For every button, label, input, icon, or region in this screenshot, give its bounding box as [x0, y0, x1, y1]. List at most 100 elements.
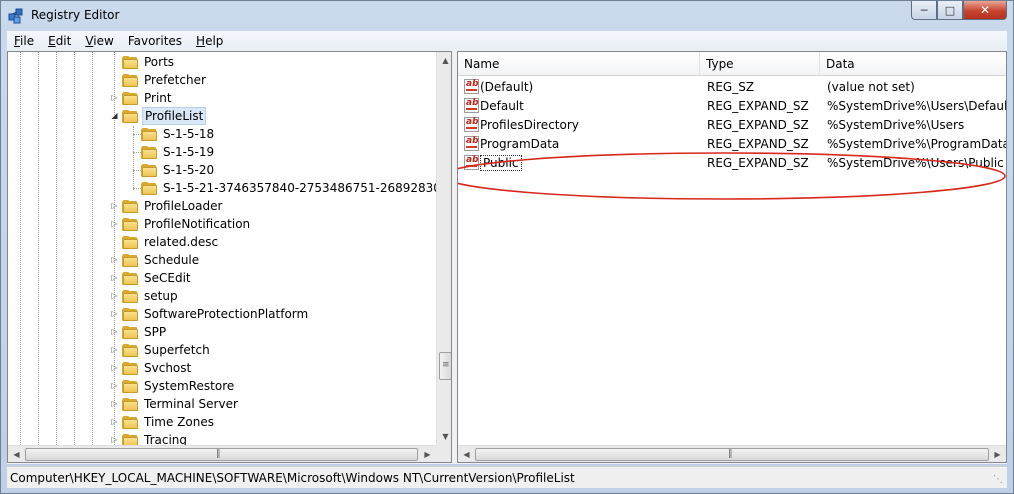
collapsed-triangle-icon[interactable]: ▷: [110, 399, 119, 408]
tree-item[interactable]: Print: [122, 89, 174, 107]
menu-help[interactable]: Help: [189, 34, 230, 48]
tree-item[interactable]: SoftwareProtectionPlatform: [122, 305, 310, 323]
tree-guide-line: [92, 52, 93, 445]
tree-item[interactable]: ProfileLoader: [122, 197, 224, 215]
tree-item[interactable]: Svchost: [122, 359, 193, 377]
collapsed-triangle-icon[interactable]: ▷: [110, 255, 119, 264]
tree-item-label: SoftwareProtectionPlatform: [144, 307, 309, 321]
tree-item[interactable]: SeCEdit: [122, 269, 193, 287]
tree-item[interactable]: S-1-5-18: [141, 125, 216, 143]
folder-icon: [122, 55, 138, 69]
scroll-right-arrow-icon[interactable]: ▶: [419, 446, 436, 462]
scroll-right-arrow-icon[interactable]: ▶: [989, 446, 1006, 462]
value-data: %SystemDrive%\ProgramData: [827, 137, 1007, 151]
collapsed-triangle-icon[interactable]: ▷: [110, 435, 119, 444]
tree-item[interactable]: Time Zones: [122, 413, 216, 431]
tree-item-label: SeCEdit: [144, 271, 191, 285]
tree-item-label: ProfileLoader: [144, 199, 223, 213]
tree-item[interactable]: S-1-5-21-3746357840-2753486751-268928306…: [141, 179, 451, 197]
collapsed-triangle-icon[interactable]: ▷: [110, 381, 119, 390]
values-hscroll-thumb[interactable]: ‖: [475, 448, 989, 461]
tree-guide-line: [133, 134, 141, 135]
expanded-triangle-icon[interactable]: ◢: [110, 111, 119, 120]
tree-vertical-scrollbar[interactable]: ▲ ≡ ▼: [436, 52, 451, 445]
tree-item[interactable]: related.desc: [122, 233, 220, 251]
folder-icon: [122, 217, 138, 231]
tree-item-label: Prefetcher: [144, 73, 206, 87]
tree-item-label: setup: [144, 289, 178, 303]
tree-item[interactable]: Terminal Server: [122, 395, 240, 413]
tree-hscroll-thumb[interactable]: ‖: [25, 448, 418, 461]
collapsed-triangle-icon[interactable]: ▷: [110, 309, 119, 318]
value-row[interactable]: ab Public REG_EXPAND_SZ %SystemDrive%\Users…: [458, 154, 1006, 173]
tree-horizontal-scrollbar[interactable]: ◀ ‖ ▶: [8, 445, 436, 462]
tree-item-label: SPP: [144, 325, 167, 339]
tree-item[interactable]: Schedule: [122, 251, 201, 269]
value-type: REG_EXPAND_SZ: [707, 118, 809, 132]
tree-scroll-thumb[interactable]: ≡: [439, 352, 451, 380]
tree-item-label: Time Zones: [144, 415, 214, 429]
collapsed-triangle-icon[interactable]: ▷: [110, 219, 119, 228]
collapsed-triangle-icon[interactable]: ▷: [110, 201, 119, 210]
tree-item[interactable]: SystemRestore: [122, 377, 236, 395]
tree-guide-line: [20, 52, 21, 445]
value-row[interactable]: ab ProfilesDirectory REG_EXPAND_SZ %SystemD…: [458, 116, 1006, 135]
string-value-icon: ab: [464, 79, 479, 94]
scroll-down-arrow-icon[interactable]: ▼: [437, 428, 451, 445]
value-name: ProfilesDirectory: [480, 118, 579, 132]
column-header-data[interactable]: Data: [820, 52, 1006, 76]
collapsed-triangle-icon[interactable]: ▷: [110, 345, 119, 354]
collapsed-triangle-icon[interactable]: ▷: [110, 417, 119, 426]
column-header-name[interactable]: Name: [458, 52, 700, 76]
minimize-button[interactable]: ─: [911, 1, 937, 20]
collapsed-triangle-icon[interactable]: ▷: [110, 273, 119, 282]
menu-favorites[interactable]: Favorites: [121, 34, 189, 48]
tree-item[interactable]: ProfileList: [122, 107, 207, 125]
tree-item[interactable]: SPP: [122, 323, 168, 341]
collapsed-triangle-icon[interactable]: ▷: [110, 363, 119, 372]
collapsed-triangle-icon[interactable]: ▷: [110, 291, 119, 300]
folder-icon: [122, 253, 138, 267]
tree-item[interactable]: Superfetch: [122, 341, 212, 359]
tree-guide-line: [133, 170, 141, 171]
folder-icon: [122, 325, 138, 339]
values-list-pane[interactable]: Name Type Data ab (Default) REG_SZ (value n…: [457, 51, 1007, 463]
value-row[interactable]: ab Default REG_EXPAND_SZ %SystemDrive%\User…: [458, 97, 1006, 116]
tree-item-label: Print: [144, 91, 172, 105]
menu-view[interactable]: View: [78, 34, 120, 48]
values-horizontal-scrollbar[interactable]: ◀ ‖ ▶: [458, 445, 1006, 462]
value-row[interactable]: ab ProgramData REG_EXPAND_SZ %SystemDrive%\…: [458, 135, 1006, 154]
maximize-button[interactable]: □: [937, 1, 963, 20]
tree-item[interactable]: setup: [122, 287, 180, 305]
value-row[interactable]: ab (Default) REG_SZ (value not set): [458, 78, 1006, 97]
tree-item[interactable]: Prefetcher: [122, 71, 208, 89]
close-button[interactable]: ✕: [963, 1, 1007, 20]
scroll-left-arrow-icon[interactable]: ◀: [458, 446, 475, 462]
registry-editor-window: Registry Editor ─ □ ✕ File Edit View Fav…: [0, 0, 1014, 494]
collapsed-triangle-icon[interactable]: ▷: [110, 327, 119, 336]
menu-file[interactable]: File: [7, 34, 41, 48]
tree-item-label: ProfileList: [142, 107, 207, 125]
value-data: %SystemDrive%\Users\Default: [827, 99, 1007, 113]
tree-item[interactable]: Ports: [122, 53, 176, 71]
column-header-type[interactable]: Type: [700, 52, 820, 76]
value-type: REG_SZ: [707, 80, 755, 94]
folder-icon: [122, 235, 138, 249]
tree-item[interactable]: S-1-5-19: [141, 143, 216, 161]
tree-item[interactable]: ProfileNotification: [122, 215, 252, 233]
folder-icon: [122, 91, 138, 105]
value-data: %SystemDrive%\Users\Public: [827, 156, 1004, 170]
value-type: REG_EXPAND_SZ: [707, 99, 809, 113]
title-bar[interactable]: Registry Editor ─ □ ✕: [1, 1, 1013, 31]
tree-item[interactable]: S-1-5-20: [141, 161, 216, 179]
scroll-left-arrow-icon[interactable]: ◀: [8, 446, 25, 462]
menu-edit[interactable]: Edit: [41, 34, 78, 48]
tree-guide-line: [133, 188, 141, 189]
collapsed-triangle-icon[interactable]: ▷: [110, 93, 119, 102]
resize-grip-icon[interactable]: ⋱: [993, 474, 1005, 486]
key-tree-pane[interactable]: Ports Prefetcher ▷ Print ◢ ProfileList S-1-5-1…: [7, 51, 452, 463]
scroll-up-arrow-icon[interactable]: ▲: [437, 52, 451, 69]
folder-icon: [122, 73, 138, 87]
folder-icon: [122, 343, 138, 357]
status-bar: Computer\HKEY_LOCAL_MACHINE\SOFTWARE\Mic…: [7, 466, 1007, 488]
